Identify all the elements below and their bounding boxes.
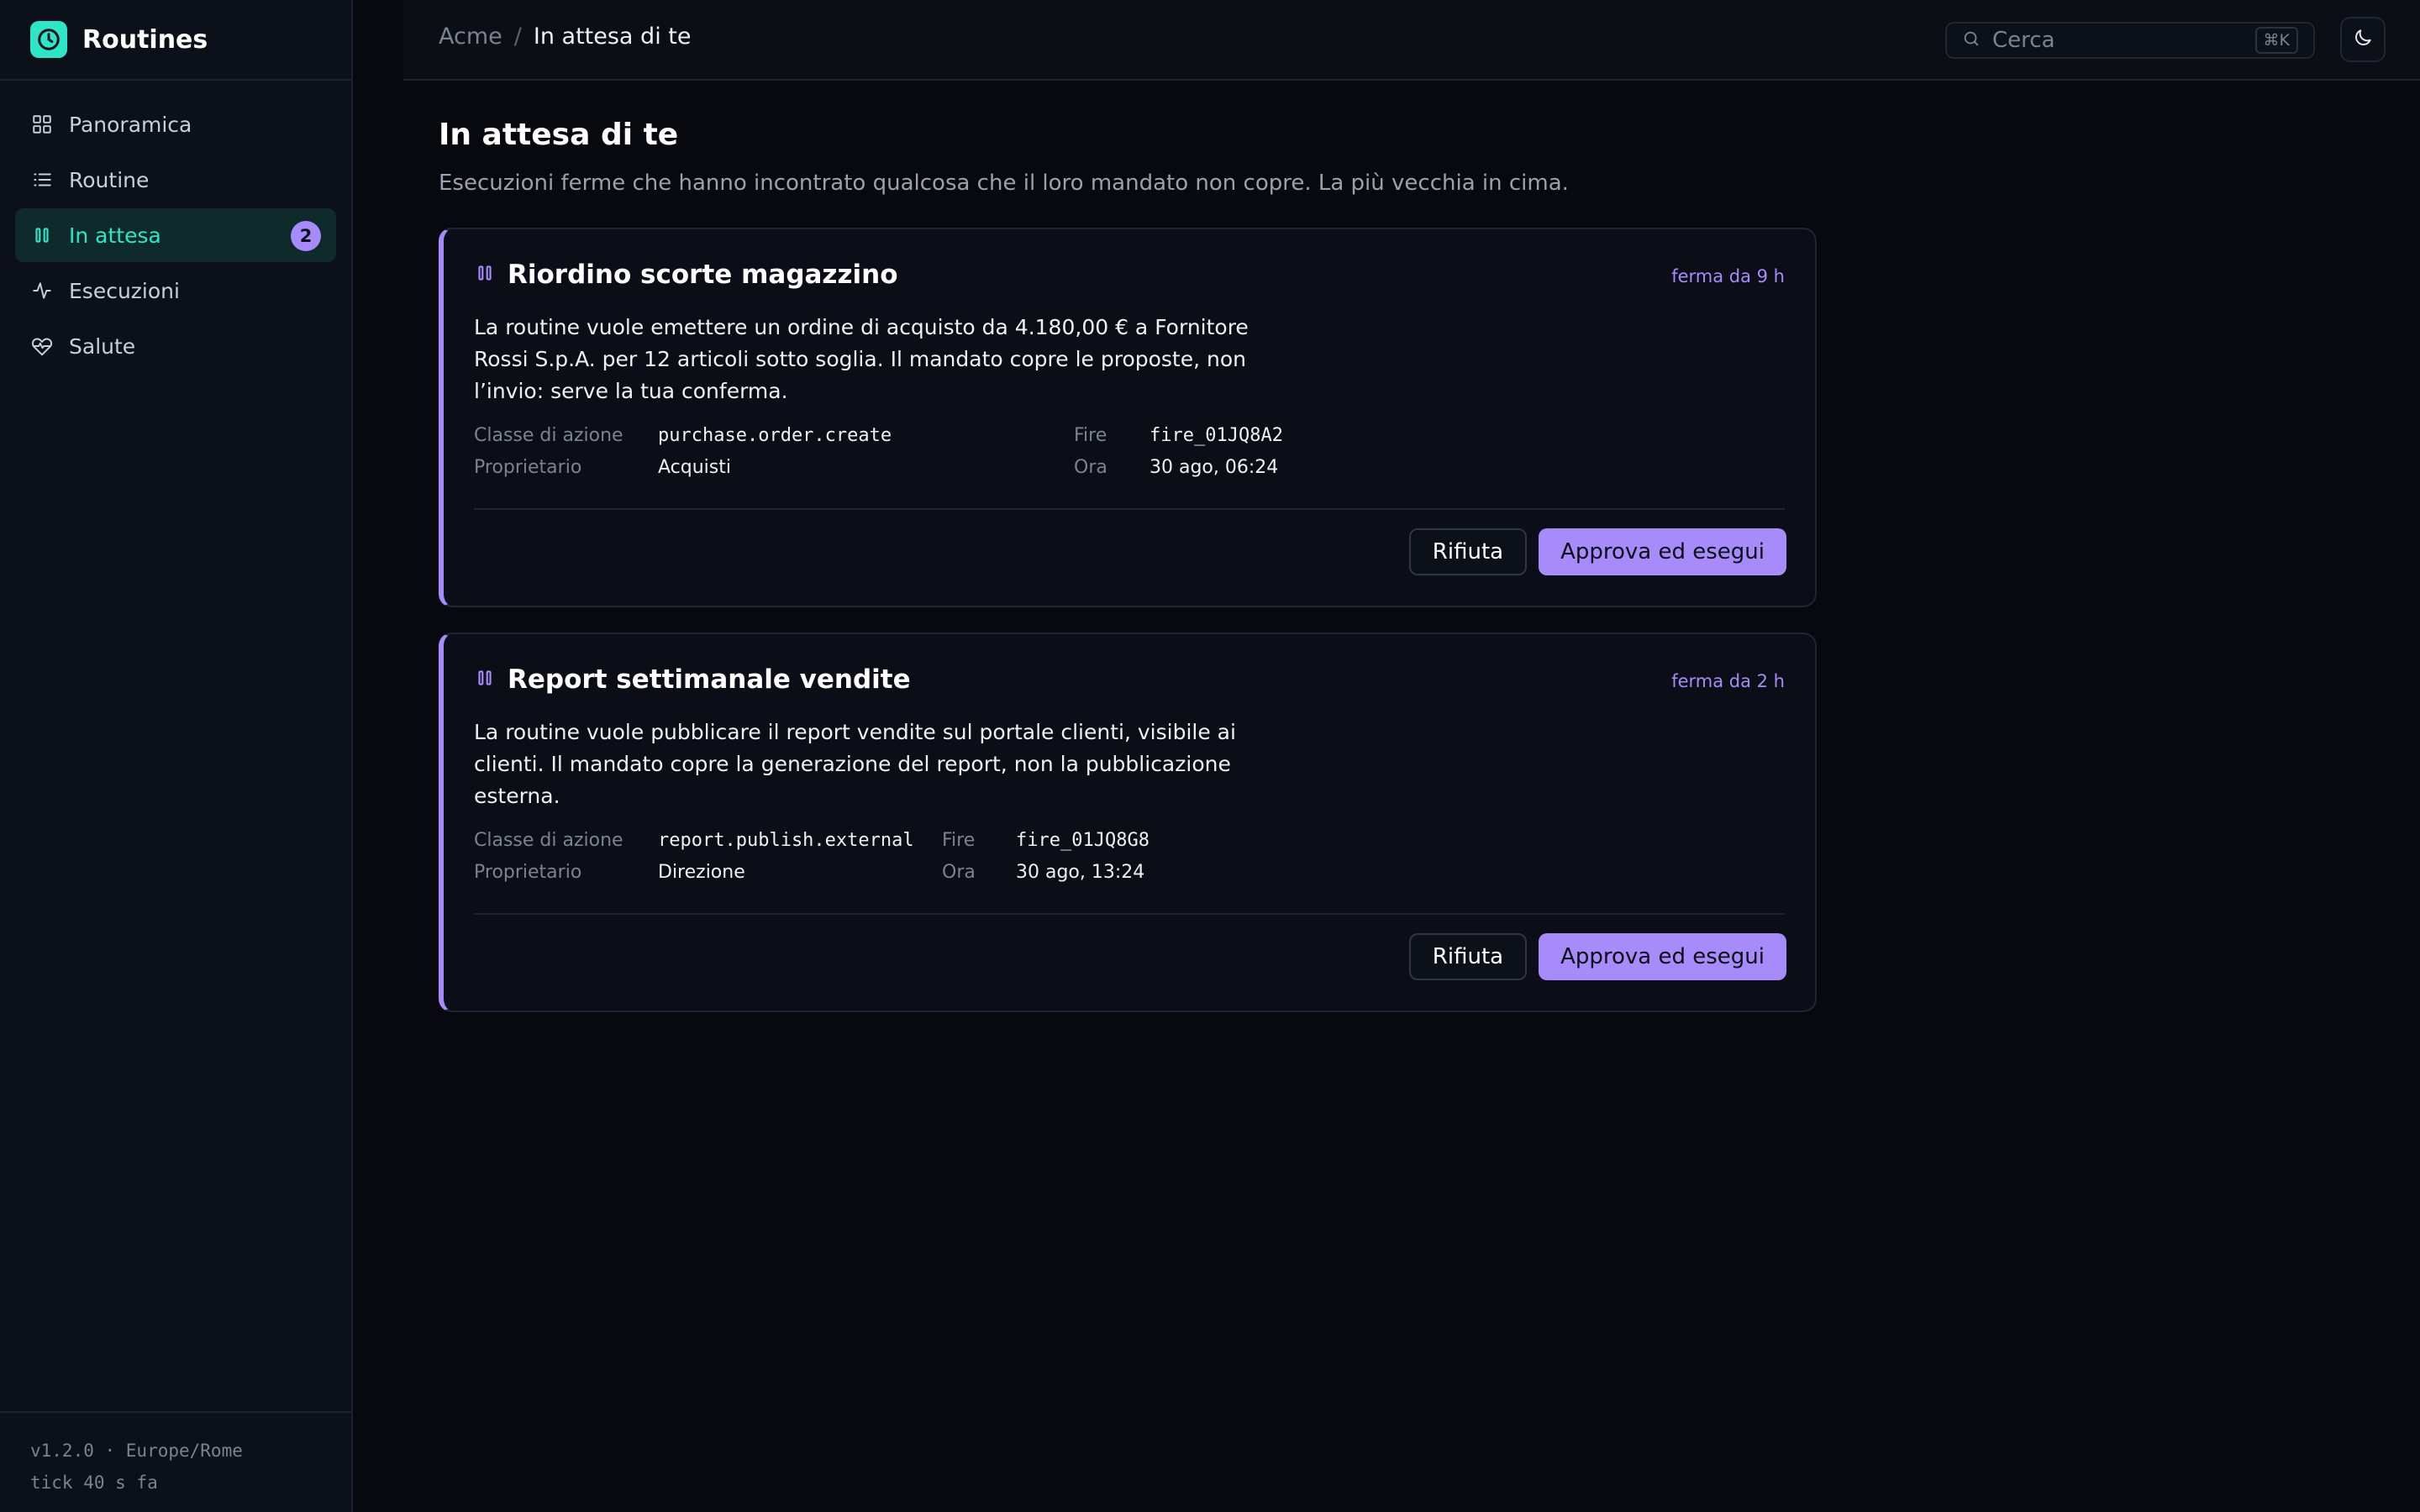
search-icon <box>1962 29 1981 51</box>
app-name: Routines <box>82 24 208 55</box>
reject-button[interactable]: Rifiuta <box>1408 933 1528 980</box>
action-class-value: report.publish.external <box>658 829 914 851</box>
sidebar-nav: Panoramica Routine In attesa 2 Esecuzion… <box>0 81 351 391</box>
sidebar-item-label: Panoramica <box>69 112 192 137</box>
sidebar-item-panoramica[interactable]: Panoramica <box>15 97 336 151</box>
search-input[interactable] <box>1992 28 2244 53</box>
sidebar-item-label: Esecuzioni <box>69 278 180 303</box>
sidebar-item-label: In attesa <box>69 223 161 248</box>
card-description: La routine vuole emettere un ordine di a… <box>474 315 1249 403</box>
heart-pulse-icon <box>30 334 54 358</box>
breadcrumb: Acme / In attesa di te <box>439 24 691 50</box>
card-metadata: Classe di azione report.publish.external… <box>474 829 1785 883</box>
divider <box>474 508 1785 510</box>
sidebar-item-in-attesa[interactable]: In attesa 2 <box>15 208 336 262</box>
card-metadata: Classe di azione purchase.order.create F… <box>474 424 1785 478</box>
sidebar-item-esecuzioni[interactable]: Esecuzioni <box>15 264 336 318</box>
activity-icon <box>30 279 54 302</box>
reject-button[interactable]: Rifiuta <box>1408 528 1528 575</box>
search-box[interactable]: ⌘K <box>1945 22 2315 59</box>
owner-value: Direzione <box>658 861 745 883</box>
sidebar-item-label: Routine <box>69 167 150 192</box>
pending-run-card: Riordino scorte magazzino ferma da 9 h L… <box>439 228 1817 607</box>
sidebar-item-routine[interactable]: Routine <box>15 153 336 207</box>
breadcrumb-current: In attesa di te <box>533 24 692 50</box>
owner-value: Acquisti <box>658 456 731 478</box>
page-subtitle: Esecuzioni ferme che hanno incontrato qu… <box>439 171 1569 196</box>
action-class-label: Classe di azione <box>474 829 623 851</box>
time-label: Ora <box>1074 456 1107 478</box>
card-title: Report settimanale vendite <box>508 664 911 695</box>
owner-label: Proprietario <box>474 456 582 478</box>
version-timezone: v1.2.0 · Europe/Rome <box>30 1441 243 1461</box>
fire-value: fire_01JQ8A2 <box>1150 424 1283 446</box>
divider <box>474 913 1785 915</box>
breadcrumb-root[interactable]: Acme <box>439 24 502 50</box>
card-title: Riordino scorte magazzino <box>508 260 898 290</box>
card-description: La routine vuole pubblicare il report ve… <box>474 720 1236 808</box>
fire-label: Fire <box>942 829 976 851</box>
list-icon <box>30 168 54 192</box>
main-content: In attesa di te Esecuzioni ferme che han… <box>439 118 1817 1012</box>
stalled-duration: ferma da 2 h <box>1671 671 1785 691</box>
time-label: Ora <box>942 861 976 883</box>
moon-icon <box>2352 27 2374 52</box>
page-title: In attesa di te <box>439 118 679 152</box>
pending-count-badge: 2 <box>291 221 321 251</box>
pending-run-card: Report settimanale vendite ferma da 2 h … <box>439 633 1817 1012</box>
pause-icon <box>474 262 496 287</box>
approve-run-button[interactable]: Approva ed esegui <box>1539 528 1786 575</box>
search-shortcut: ⌘K <box>2254 27 2298 54</box>
card-actions: Rifiuta Approva ed esegui <box>1408 933 1786 980</box>
action-class-label: Classe di azione <box>474 424 623 446</box>
sidebar-item-label: Salute <box>69 333 136 359</box>
action-class-value: purchase.order.create <box>658 424 892 446</box>
breadcrumb-separator: / <box>513 24 522 50</box>
fire-value: fire_01JQ8G8 <box>1016 829 1150 851</box>
theme-toggle-button[interactable] <box>2340 17 2386 62</box>
clock-icon <box>30 21 67 58</box>
card-actions: Rifiuta Approva ed esegui <box>1408 528 1786 575</box>
pause-icon <box>30 223 54 247</box>
grid-icon <box>30 113 54 136</box>
time-value: 30 ago, 13:24 <box>1016 861 1145 883</box>
approve-run-button[interactable]: Approva ed esegui <box>1539 933 1786 980</box>
time-value: 30 ago, 06:24 <box>1150 456 1279 478</box>
fire-label: Fire <box>1074 424 1107 446</box>
owner-label: Proprietario <box>474 861 582 883</box>
sidebar-item-salute[interactable]: Salute <box>15 319 336 373</box>
last-tick: tick 40 s fa <box>30 1473 158 1493</box>
brand[interactable]: Routines <box>0 0 351 81</box>
topbar: Acme / In attesa di te ⌘K <box>403 0 2420 81</box>
stalled-duration: ferma da 9 h <box>1671 266 1785 286</box>
sidebar-footer: v1.2.0 · Europe/Rome tick 40 s fa <box>0 1411 351 1512</box>
sidebar: Routines Panoramica Routine In attesa 2 <box>0 0 353 1512</box>
pause-icon <box>474 667 496 692</box>
